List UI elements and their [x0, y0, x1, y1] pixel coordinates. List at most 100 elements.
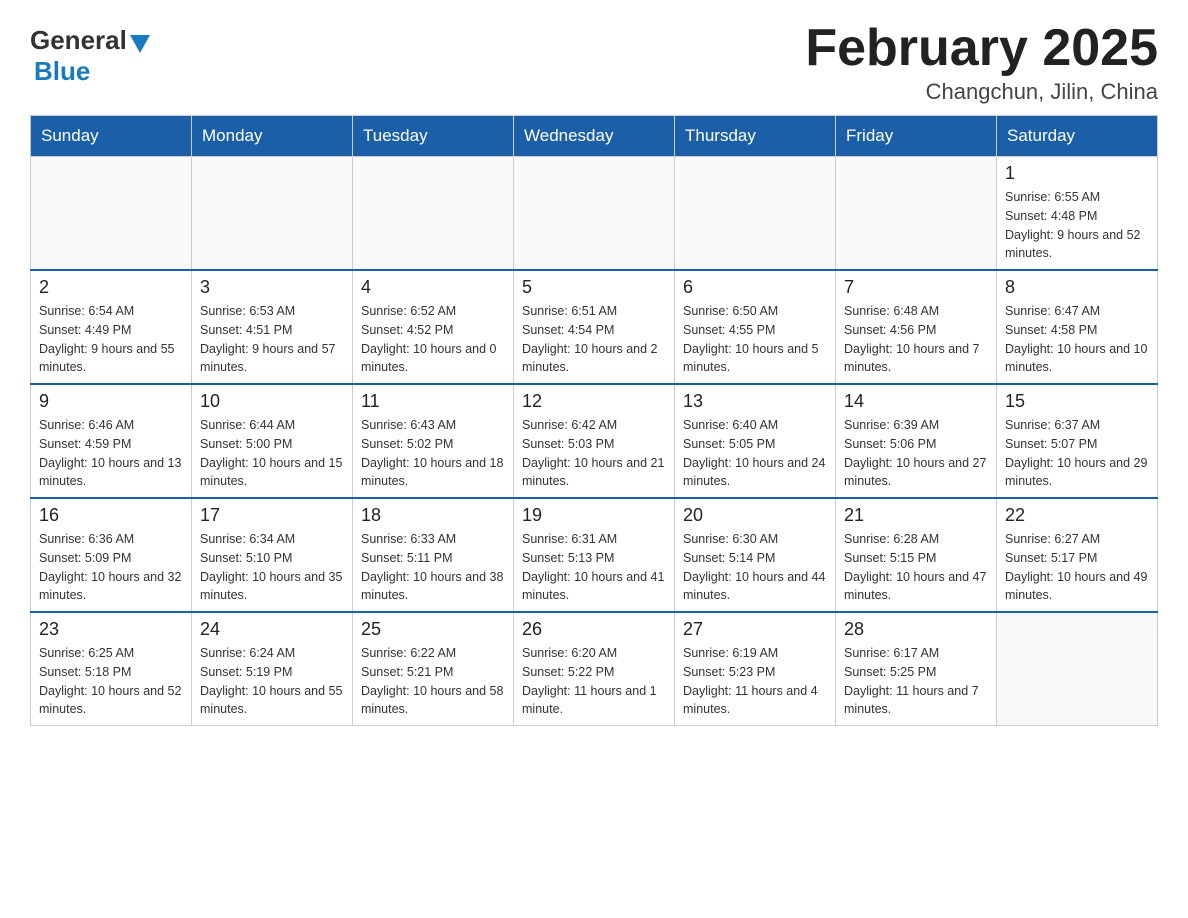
calendar-day-cell: 23 Sunrise: 6:25 AMSunset: 5:18 PMDayligh… [31, 612, 192, 726]
day-number: 3 [200, 277, 344, 298]
day-number: 4 [361, 277, 505, 298]
day-number: 23 [39, 619, 183, 640]
day-number: 5 [522, 277, 666, 298]
weekday-header-thursday: Thursday [675, 116, 836, 157]
calendar-day-cell: 15Sunrise: 6:37 AMSunset: 5:07 PMDayligh… [997, 384, 1158, 498]
day-number: 19 [522, 505, 666, 526]
day-info: Sunrise: 6:36 AMSunset: 5:09 PMDaylight:… [39, 530, 183, 605]
day-info: Sunrise: 6:31 AMSunset: 5:13 PMDaylight:… [522, 530, 666, 605]
calendar-week-row: 16 Sunrise: 6:36 AMSunset: 5:09 PMDayligh… [31, 498, 1158, 612]
day-info: Sunrise: 6:33 AMSunset: 5:11 PMDaylight:… [361, 530, 505, 605]
calendar-day-cell [192, 157, 353, 271]
logo-triangle-icon [130, 35, 150, 53]
day-info: Sunrise: 6:24 AMSunset: 5:19 PMDaylight:… [200, 644, 344, 719]
day-info: Sunrise: 6:25 AMSunset: 5:18 PMDaylight:… [39, 644, 183, 719]
calendar-day-cell: 22 Sunrise: 6:27 AMSunset: 5:17 PMDayligh… [997, 498, 1158, 612]
page-header: General Blue February 2025 Changchun, Ji… [30, 20, 1158, 105]
weekday-header-saturday: Saturday [997, 116, 1158, 157]
day-info: Sunrise: 6:22 AMSunset: 5:21 PMDaylight:… [361, 644, 505, 719]
calendar-day-cell [836, 157, 997, 271]
day-number: 14 [844, 391, 988, 412]
calendar-day-cell: 8Sunrise: 6:47 AMSunset: 4:58 PMDaylight… [997, 270, 1158, 384]
calendar-day-cell: 10 Sunrise: 6:44 AMSunset: 5:00 PMDayligh… [192, 384, 353, 498]
day-info: Sunrise: 6:30 AMSunset: 5:14 PMDaylight:… [683, 530, 827, 605]
day-info: Sunrise: 6:19 AMSunset: 5:23 PMDaylight:… [683, 644, 827, 719]
calendar-day-cell [514, 157, 675, 271]
day-info: Sunrise: 6:51 AMSunset: 4:54 PMDaylight:… [522, 302, 666, 377]
day-info: Sunrise: 6:50 AMSunset: 4:55 PMDaylight:… [683, 302, 827, 377]
calendar-day-cell: 3 Sunrise: 6:53 AMSunset: 4:51 PMDaylight… [192, 270, 353, 384]
day-info: Sunrise: 6:43 AMSunset: 5:02 PMDaylight:… [361, 416, 505, 491]
title-block: February 2025 Changchun, Jilin, China [805, 20, 1158, 105]
weekday-header-wednesday: Wednesday [514, 116, 675, 157]
day-info: Sunrise: 6:46 AMSunset: 4:59 PMDaylight:… [39, 416, 183, 491]
day-info: Sunrise: 6:54 AMSunset: 4:49 PMDaylight:… [39, 302, 183, 377]
calendar-week-row: 9 Sunrise: 6:46 AMSunset: 4:59 PMDaylight… [31, 384, 1158, 498]
day-number: 28 [844, 619, 988, 640]
day-info: Sunrise: 6:44 AMSunset: 5:00 PMDaylight:… [200, 416, 344, 491]
calendar-day-cell [353, 157, 514, 271]
day-number: 22 [1005, 505, 1149, 526]
calendar-day-cell: 6 Sunrise: 6:50 AMSunset: 4:55 PMDaylight… [675, 270, 836, 384]
day-info: Sunrise: 6:34 AMSunset: 5:10 PMDaylight:… [200, 530, 344, 605]
calendar-day-cell: 19 Sunrise: 6:31 AMSunset: 5:13 PMDayligh… [514, 498, 675, 612]
day-number: 9 [39, 391, 183, 412]
calendar-day-cell: 16 Sunrise: 6:36 AMSunset: 5:09 PMDayligh… [31, 498, 192, 612]
day-info: Sunrise: 6:17 AMSunset: 5:25 PMDaylight:… [844, 644, 988, 719]
weekday-header-friday: Friday [836, 116, 997, 157]
day-info: Sunrise: 6:52 AMSunset: 4:52 PMDaylight:… [361, 302, 505, 377]
calendar-day-cell: 13 Sunrise: 6:40 AMSunset: 5:05 PMDayligh… [675, 384, 836, 498]
day-number: 12 [522, 391, 666, 412]
calendar-subtitle: Changchun, Jilin, China [805, 79, 1158, 105]
day-info: Sunrise: 6:55 AMSunset: 4:48 PMDaylight:… [1005, 188, 1149, 263]
day-number: 18 [361, 505, 505, 526]
day-number: 20 [683, 505, 827, 526]
logo: General Blue [30, 20, 150, 87]
weekday-header-sunday: Sunday [31, 116, 192, 157]
day-info: Sunrise: 6:48 AMSunset: 4:56 PMDaylight:… [844, 302, 988, 377]
day-number: 7 [844, 277, 988, 298]
day-number: 24 [200, 619, 344, 640]
calendar-title: February 2025 [805, 20, 1158, 77]
calendar-day-cell: 27 Sunrise: 6:19 AMSunset: 5:23 PMDayligh… [675, 612, 836, 726]
day-info: Sunrise: 6:37 AMSunset: 5:07 PMDaylight:… [1005, 416, 1149, 491]
calendar-day-cell: 28 Sunrise: 6:17 AMSunset: 5:25 PMDayligh… [836, 612, 997, 726]
calendar-day-cell [675, 157, 836, 271]
calendar-day-cell [31, 157, 192, 271]
weekday-header-tuesday: Tuesday [353, 116, 514, 157]
calendar-day-cell: 12 Sunrise: 6:42 AMSunset: 5:03 PMDayligh… [514, 384, 675, 498]
logo-general-text: General [30, 25, 127, 56]
day-number: 16 [39, 505, 183, 526]
day-info: Sunrise: 6:53 AMSunset: 4:51 PMDaylight:… [200, 302, 344, 377]
day-info: Sunrise: 6:28 AMSunset: 5:15 PMDaylight:… [844, 530, 988, 605]
day-info: Sunrise: 6:20 AMSunset: 5:22 PMDaylight:… [522, 644, 666, 719]
day-number: 6 [683, 277, 827, 298]
calendar-day-cell: 14Sunrise: 6:39 AMSunset: 5:06 PMDayligh… [836, 384, 997, 498]
day-info: Sunrise: 6:47 AMSunset: 4:58 PMDaylight:… [1005, 302, 1149, 377]
logo-blue-text: Blue [34, 56, 90, 86]
day-number: 21 [844, 505, 988, 526]
day-number: 17 [200, 505, 344, 526]
calendar-day-cell: 5 Sunrise: 6:51 AMSunset: 4:54 PMDaylight… [514, 270, 675, 384]
day-number: 13 [683, 391, 827, 412]
day-number: 10 [200, 391, 344, 412]
day-info: Sunrise: 6:27 AMSunset: 5:17 PMDaylight:… [1005, 530, 1149, 605]
weekday-header-row: SundayMondayTuesdayWednesdayThursdayFrid… [31, 116, 1158, 157]
calendar-day-cell: 20 Sunrise: 6:30 AMSunset: 5:14 PMDayligh… [675, 498, 836, 612]
day-number: 27 [683, 619, 827, 640]
calendar-week-row: 2Sunrise: 6:54 AMSunset: 4:49 PMDaylight… [31, 270, 1158, 384]
calendar-day-cell: 11 Sunrise: 6:43 AMSunset: 5:02 PMDayligh… [353, 384, 514, 498]
calendar-day-cell [997, 612, 1158, 726]
calendar-day-cell: 7 Sunrise: 6:48 AMSunset: 4:56 PMDaylight… [836, 270, 997, 384]
calendar-day-cell: 26 Sunrise: 6:20 AMSunset: 5:22 PMDayligh… [514, 612, 675, 726]
day-number: 26 [522, 619, 666, 640]
calendar-day-cell: 21 Sunrise: 6:28 AMSunset: 5:15 PMDayligh… [836, 498, 997, 612]
day-info: Sunrise: 6:40 AMSunset: 5:05 PMDaylight:… [683, 416, 827, 491]
day-number: 1 [1005, 163, 1149, 184]
calendar-day-cell: 18 Sunrise: 6:33 AMSunset: 5:11 PMDayligh… [353, 498, 514, 612]
calendar-day-cell: 9 Sunrise: 6:46 AMSunset: 4:59 PMDaylight… [31, 384, 192, 498]
day-info: Sunrise: 6:42 AMSunset: 5:03 PMDaylight:… [522, 416, 666, 491]
calendar-day-cell: 2Sunrise: 6:54 AMSunset: 4:49 PMDaylight… [31, 270, 192, 384]
day-number: 11 [361, 391, 505, 412]
calendar-table: SundayMondayTuesdayWednesdayThursdayFrid… [30, 115, 1158, 726]
